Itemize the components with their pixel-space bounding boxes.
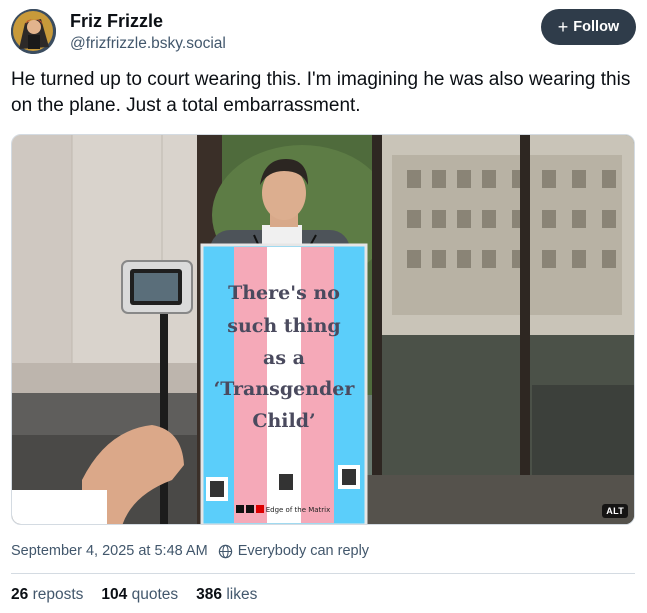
post-header: Friz Frizzle @frizfrizzle.bsky.social + …: [11, 9, 636, 57]
follow-button[interactable]: + Follow: [541, 9, 636, 45]
reposts-label: reposts: [32, 586, 84, 603]
timestamp[interactable]: September 4, 2025 at 5:48 AM: [11, 543, 208, 559]
divider: [11, 573, 635, 574]
engagement-stats: 26 reposts 104 quotes 386 likes: [11, 586, 275, 604]
quotes-stat[interactable]: 104 quotes: [101, 586, 178, 604]
sign-line: ‘Transgender: [214, 378, 356, 400]
post-meta: September 4, 2025 at 5:48 AM Everybody c…: [11, 542, 369, 560]
reposts-count: 26: [11, 586, 29, 603]
reply-setting: Everybody can reply: [218, 543, 369, 559]
photo-scene: There's no such thing as a ‘Transgender …: [12, 135, 634, 524]
quotes-count: 104: [101, 586, 128, 603]
globe-icon: [218, 544, 232, 558]
likes-stat[interactable]: 386 likes: [196, 586, 257, 604]
sign-footer: Edge of the Matrix: [266, 506, 331, 514]
author-name[interactable]: Friz Frizzle: [70, 11, 163, 32]
author-handle[interactable]: @frizfrizzle.bsky.social: [70, 35, 226, 53]
avatar[interactable]: [11, 9, 56, 54]
sign-line: such thing: [227, 315, 340, 337]
quotes-label: quotes: [131, 586, 179, 603]
post-image[interactable]: There's no such thing as a ‘Transgender …: [11, 134, 635, 525]
alt-badge[interactable]: ALT: [602, 504, 628, 518]
post-text: He turned up to court wearing this. I'm …: [11, 69, 631, 116]
plus-icon: +: [557, 17, 569, 37]
reply-setting-label: Everybody can reply: [237, 543, 370, 559]
sign-line: as a: [263, 347, 305, 369]
reposts-stat[interactable]: 26 reposts: [11, 586, 83, 604]
sign-line: Child’: [252, 410, 315, 432]
follow-label: Follow: [573, 19, 620, 35]
likes-count: 386: [196, 586, 223, 603]
likes-label: likes: [226, 586, 258, 603]
sign-line: There's no: [228, 282, 340, 304]
